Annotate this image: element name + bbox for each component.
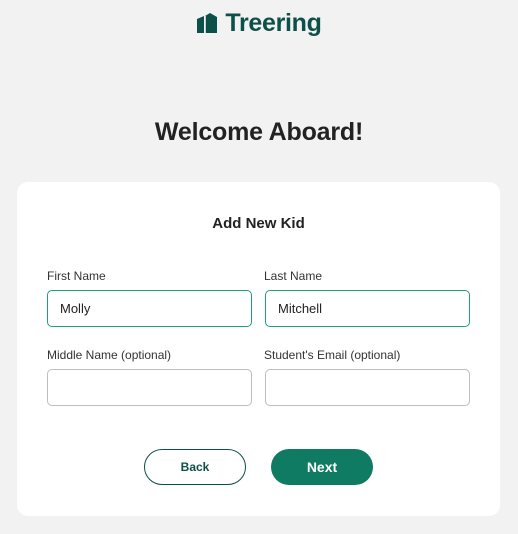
form-title: Add New Kid [212,215,305,232]
page-title: Welcome Aboard! [154,118,364,146]
first-name-label: First Name [47,269,106,283]
last-name-input[interactable] [265,290,470,327]
middle-name-input[interactable] [47,369,252,406]
first-name-input[interactable] [47,290,252,327]
treering-logo-icon [197,13,218,33]
add-kid-card: Add New Kid First Name Last Name Middle … [17,182,500,516]
page: Treering Welcome Aboard! Add New Kid Fir… [0,0,518,534]
student-email-label: Student's Email (optional) [264,348,401,362]
student-email-input[interactable] [265,369,470,406]
last-name-label: Last Name [264,269,323,283]
middle-name-label: Middle Name (optional) [47,348,172,362]
next-button[interactable]: Next [271,449,373,485]
brand-header: Treering [0,8,518,38]
back-button[interactable]: Back [144,449,246,485]
brand-name: Treering [225,9,322,37]
